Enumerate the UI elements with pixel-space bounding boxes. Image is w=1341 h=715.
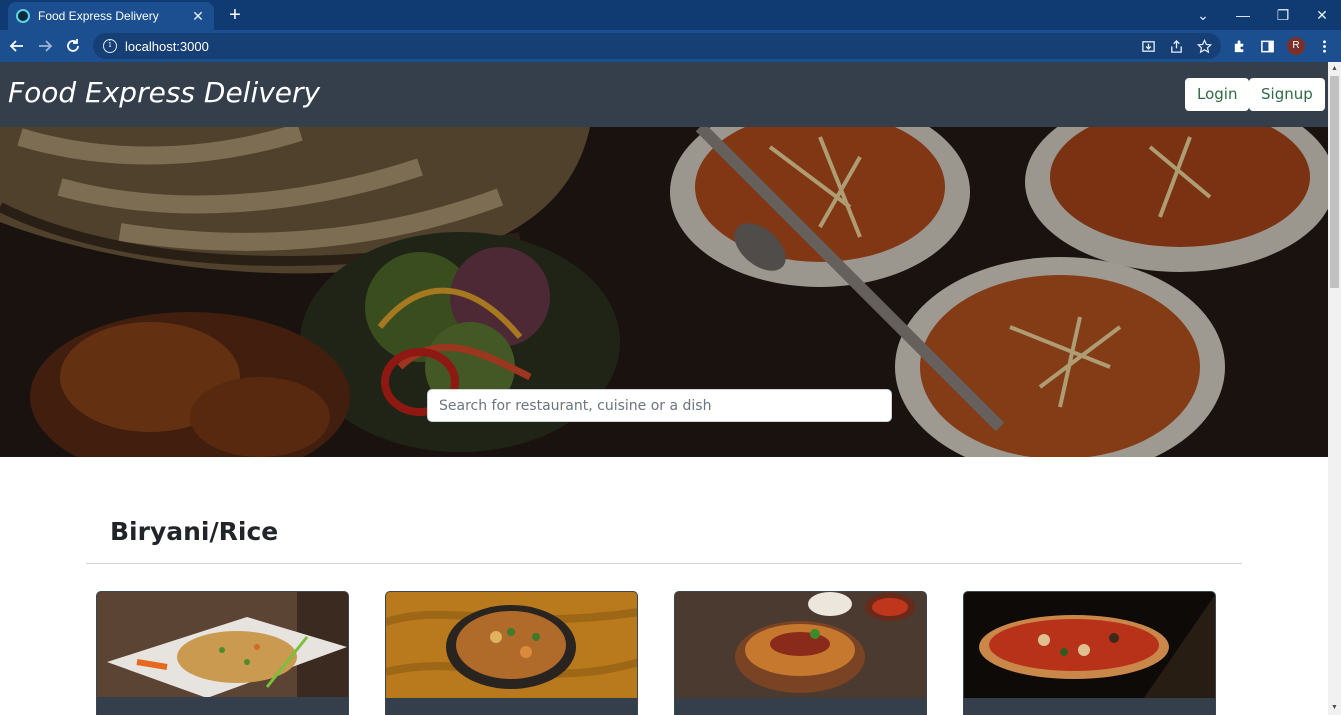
scrollbar-thumb[interactable] xyxy=(1330,76,1339,288)
food-card[interactable] xyxy=(96,591,349,715)
close-window-icon[interactable]: ✕ xyxy=(1302,0,1341,30)
bookmark-star-icon[interactable] xyxy=(1191,33,1217,59)
minimize-icon[interactable]: — xyxy=(1223,0,1263,30)
browser-tab[interactable]: Food Express Delivery ✕ xyxy=(8,2,214,30)
extensions-icon[interactable] xyxy=(1228,35,1250,57)
share-icon[interactable] xyxy=(1163,33,1189,59)
browser-tabstrip: Food Express Delivery ✕ + ⌄ — ❐ ✕ xyxy=(0,0,1341,30)
tab-search-icon[interactable]: ⌄ xyxy=(1183,0,1223,30)
fried-rice-plate-image xyxy=(97,592,348,698)
food-card[interactable] xyxy=(963,591,1216,715)
category-title: Biryani/Rice xyxy=(110,517,279,546)
food-card[interactable] xyxy=(385,591,638,715)
signup-button[interactable]: Signup xyxy=(1249,78,1325,111)
new-tab-button[interactable]: + xyxy=(224,4,246,26)
react-favicon-icon xyxy=(16,9,30,23)
profile-avatar[interactable]: R xyxy=(1287,37,1305,55)
biryani-pot-image xyxy=(675,592,926,698)
side-panel-icon[interactable] xyxy=(1256,35,1278,57)
reload-icon[interactable] xyxy=(62,35,84,57)
hero-banner xyxy=(0,127,1328,457)
back-icon[interactable] xyxy=(6,35,28,57)
site-navbar: Food Express Delivery Login Signup xyxy=(0,62,1328,127)
tab-title: Food Express Delivery xyxy=(38,9,159,23)
food-card[interactable] xyxy=(674,591,927,715)
search-input[interactable] xyxy=(427,389,892,422)
login-button[interactable]: Login xyxy=(1185,78,1250,111)
brand-title[interactable]: Food Express Delivery xyxy=(8,76,320,109)
biryani-bowl-image xyxy=(386,592,637,698)
page-viewport: Food Express Delivery Login Signup Searc… xyxy=(0,62,1328,715)
close-tab-icon[interactable]: ✕ xyxy=(190,8,206,24)
pizza-image xyxy=(964,592,1215,698)
address-bar[interactable]: i localhost:3000 xyxy=(93,33,1221,59)
menu-kebab-icon[interactable] xyxy=(1313,35,1335,57)
section-divider xyxy=(86,563,1242,564)
restore-icon[interactable]: ❐ xyxy=(1263,0,1303,30)
page-scrollbar[interactable]: ▲ ▼ xyxy=(1328,62,1341,715)
forward-icon[interactable] xyxy=(34,35,56,57)
scroll-down-icon[interactable]: ▼ xyxy=(1330,703,1339,713)
site-info-icon[interactable]: i xyxy=(103,39,117,53)
scroll-up-icon[interactable]: ▲ xyxy=(1330,64,1339,74)
install-app-icon[interactable] xyxy=(1135,33,1161,59)
browser-toolbar: i localhost:3000 R xyxy=(0,30,1341,62)
url-text: localhost:3000 xyxy=(125,38,209,54)
